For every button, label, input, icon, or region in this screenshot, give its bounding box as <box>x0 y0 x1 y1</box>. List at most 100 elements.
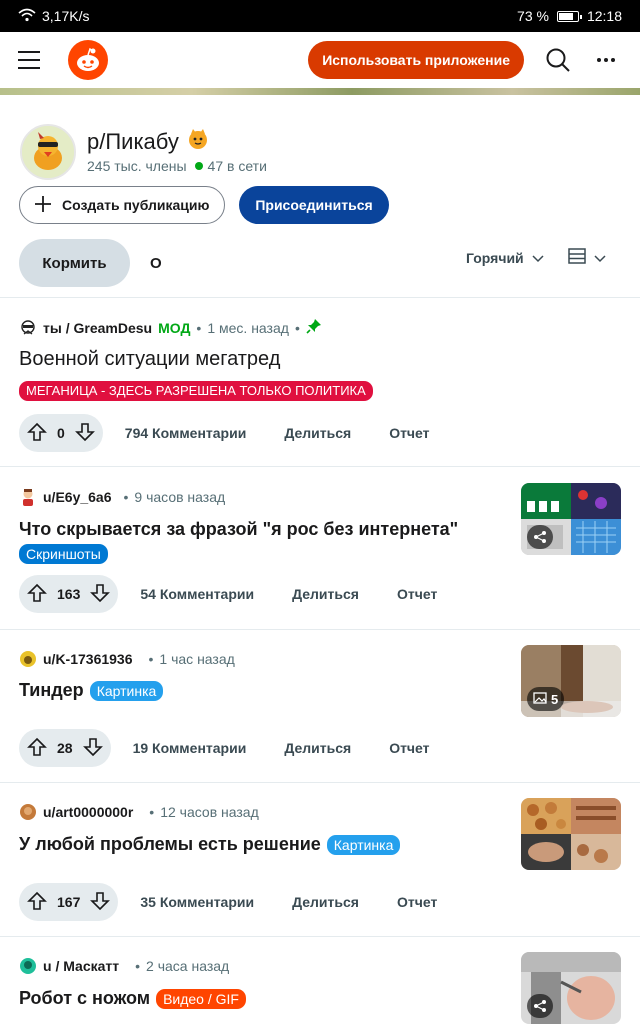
post-author[interactable]: u/K-17361936 <box>43 651 133 667</box>
use-app-button[interactable]: Использовать приложение <box>308 41 524 79</box>
vote-control: 0 <box>19 414 103 452</box>
share-button[interactable]: Делиться <box>284 425 351 441</box>
downvote-icon[interactable] <box>74 422 95 445</box>
report-button[interactable]: Отчет <box>389 425 429 441</box>
divider <box>0 936 640 937</box>
upvote-icon[interactable] <box>27 891 47 914</box>
join-button[interactable]: Присоединиться <box>239 186 389 224</box>
vote-score: 163 <box>57 586 81 602</box>
user-avatar <box>19 488 37 506</box>
vote-control: 167 <box>19 883 119 921</box>
community-header: р/Пикабу 245 тыс. члены 47 в сети <box>20 124 620 180</box>
plus-icon <box>34 195 52 216</box>
sort-dropdown[interactable]: Горячий <box>466 250 544 266</box>
gallery-badge: 5 <box>527 687 565 711</box>
gallery-icon <box>533 691 547 707</box>
status-bar: 3,17K/s 73 % 12:18 <box>0 0 640 32</box>
online-dot-icon <box>194 162 203 170</box>
create-post-button[interactable]: Создать публикацию <box>19 186 225 224</box>
comments-button[interactable]: 35 Комментарии <box>140 894 254 910</box>
report-button[interactable]: Отчет <box>397 894 437 910</box>
share-button[interactable]: Делиться <box>292 586 359 602</box>
pin-icon <box>306 318 322 337</box>
view-dropdown[interactable] <box>568 248 606 269</box>
post-thumbnail[interactable] <box>521 952 621 1024</box>
upvote-icon[interactable] <box>27 737 47 760</box>
post-flair[interactable]: Картинка <box>326 834 401 855</box>
clock: 12:18 <box>586 8 622 24</box>
post-thumbnail[interactable] <box>521 798 621 870</box>
community-banner <box>0 88 640 95</box>
network-speed: 3,17K/s <box>42 8 90 24</box>
gallery-count: 5 <box>551 691 559 707</box>
post-author[interactable]: ты / GreamDesu <box>43 320 152 336</box>
vote-score: 28 <box>57 740 73 756</box>
battery-icon <box>556 10 582 22</box>
divider <box>0 297 640 298</box>
card-view-icon <box>568 248 586 269</box>
more-options-icon[interactable] <box>590 44 622 76</box>
reddit-logo-icon[interactable] <box>68 40 108 80</box>
tab-about[interactable]: О <box>150 255 162 272</box>
post-title[interactable]: Робот с ножом <box>19 988 150 1009</box>
vote-control: 28 <box>19 729 111 767</box>
post-time: 1 мес. назад <box>207 319 289 336</box>
menu-icon[interactable] <box>18 42 54 78</box>
post-author[interactable]: u / Маскатт <box>43 958 119 974</box>
share-button[interactable]: Делиться <box>284 740 351 756</box>
post-time: 9 часов назад <box>134 489 226 505</box>
post-title[interactable]: У любой проблемы есть решение <box>19 834 321 855</box>
chevron-down-icon <box>594 250 606 268</box>
downvote-icon[interactable] <box>90 891 111 914</box>
comments-button[interactable]: 19 Комментарии <box>133 740 247 756</box>
post-time: 2 часа назад <box>146 958 230 974</box>
comments-button[interactable]: 794 Комментарии <box>125 425 247 441</box>
post-flair[interactable]: Скриншоты <box>19 544 108 564</box>
post-author[interactable]: u/art0000000r <box>43 804 133 820</box>
share-button[interactable]: Делиться <box>292 894 359 910</box>
post-time: 12 часов назад <box>160 804 259 820</box>
battery-level: 73 % <box>517 8 549 24</box>
vote-score: 0 <box>57 425 65 441</box>
search-icon[interactable] <box>542 44 574 76</box>
community-tabs: Кормить О <box>19 239 162 287</box>
post-thumbnail[interactable] <box>521 483 621 555</box>
share-arrow-icon <box>527 525 553 549</box>
upvote-icon[interactable] <box>27 583 47 606</box>
community-avatar <box>20 124 76 180</box>
pikabu-emoji-icon <box>187 128 209 156</box>
downvote-icon[interactable] <box>90 583 111 606</box>
wifi-icon <box>18 8 36 25</box>
report-button[interactable]: Отчет <box>397 586 437 602</box>
post-time: 1 час назад <box>159 651 235 667</box>
divider <box>0 782 640 783</box>
create-post-label: Создать публикацию <box>62 197 210 213</box>
member-count: 245 тыс. члены <box>87 158 187 174</box>
community-name: р/Пикабу <box>87 129 179 154</box>
comments-button[interactable]: 54 Комментарии <box>140 586 254 602</box>
post-flair[interactable]: Картинка <box>89 680 164 701</box>
divider <box>0 629 640 630</box>
post-flair[interactable]: МЕГАНИЦА - ЗДЕСЬ РАЗРЕШЕНА ТОЛЬКО ПОЛИТИ… <box>19 381 373 401</box>
upvote-icon[interactable] <box>27 422 47 445</box>
tab-feed[interactable]: Кормить <box>19 239 130 287</box>
vote-score: 167 <box>57 894 81 910</box>
sort-label: Горячий <box>466 250 524 266</box>
user-avatar <box>19 803 37 821</box>
post-title[interactable]: Тиндер <box>19 680 84 701</box>
user-avatar <box>19 650 37 668</box>
user-avatar <box>19 318 37 337</box>
downvote-icon[interactable] <box>82 737 103 760</box>
post-title[interactable]: Что скрывается за фразой "я рос без инте… <box>19 519 458 540</box>
vote-control: 163 <box>19 575 119 613</box>
top-bar: Использовать приложение <box>0 32 640 88</box>
divider <box>0 466 640 467</box>
mod-badge: МОД <box>158 319 191 336</box>
post-flair[interactable]: Видео / GIF <box>156 988 246 1009</box>
online-count: 47 в сети <box>207 158 267 174</box>
post-author[interactable]: u/Е6у_6а6 <box>43 489 112 505</box>
post-thumbnail[interactable]: 5 <box>521 645 621 717</box>
share-arrow-icon <box>527 994 553 1018</box>
report-button[interactable]: Отчет <box>389 740 429 756</box>
post-title[interactable]: Военной ситуации мегатред <box>19 348 280 371</box>
